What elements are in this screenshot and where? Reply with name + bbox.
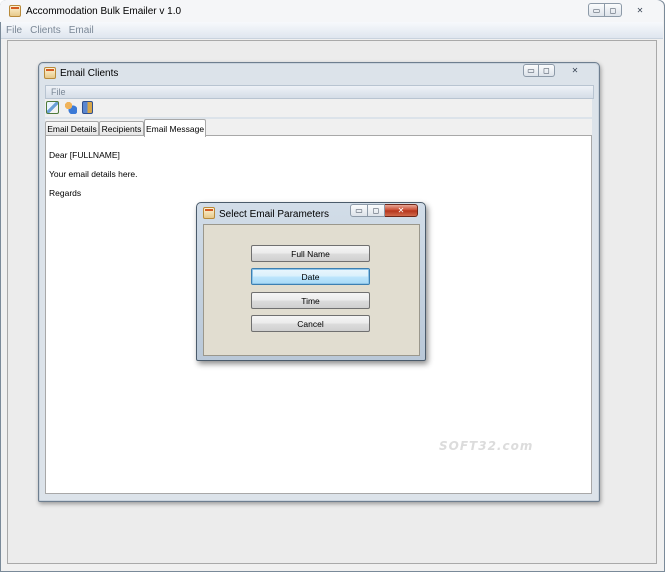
button-label: Time	[301, 295, 320, 306]
close-icon: ✕	[397, 206, 405, 215]
menu-file[interactable]: File	[3, 25, 25, 36]
dialog-minimize-button[interactable]: ▭	[350, 204, 368, 217]
button-label: Full Name	[291, 248, 330, 259]
dialog-maximize-button[interactable]: ◻	[368, 204, 385, 217]
dialog-title: Select Email Parameters	[219, 209, 330, 220]
dialog-icon	[203, 207, 215, 219]
save-icon[interactable]	[46, 101, 59, 114]
child-window-icon	[44, 67, 56, 79]
main-menubar: File Clients Email	[1, 22, 663, 39]
tab-strip: Email Details Recipients Email Message	[45, 119, 592, 137]
maximize-icon: ◻	[372, 206, 380, 215]
close-icon: ✕	[571, 66, 579, 75]
child-minimize-button[interactable]: ▭	[523, 64, 539, 77]
tab-label: Recipients	[101, 124, 142, 134]
maximize-icon: ◻	[609, 5, 617, 15]
tab-label: Email Message	[145, 123, 205, 134]
tab-recipients[interactable]: Recipients	[99, 121, 144, 136]
close-button[interactable]: ✕	[630, 3, 650, 17]
child-close-button[interactable]: ✕	[565, 64, 585, 77]
menu-clients[interactable]: Clients	[27, 25, 64, 36]
maximize-icon: ◻	[543, 66, 550, 75]
message-line: Dear [FULLNAME]	[49, 150, 120, 160]
dialog-close-button[interactable]: ✕	[385, 204, 418, 217]
child-menu-file[interactable]: File	[48, 87, 69, 97]
child-caption-buttons: ▭ ◻	[523, 64, 555, 77]
menu-email[interactable]: Email	[66, 25, 97, 36]
watermark: SOFT32.com	[439, 439, 534, 453]
dialog-body	[203, 224, 420, 356]
minimize-icon: ▭	[355, 206, 363, 215]
child-menubar: File	[45, 85, 594, 99]
date-button[interactable]: Date	[251, 268, 370, 285]
tab-email-message[interactable]: Email Message	[144, 119, 206, 137]
tab-label: Email Details	[47, 124, 97, 134]
tab-email-details[interactable]: Email Details	[45, 121, 99, 136]
minimize-icon: ▭	[527, 66, 535, 75]
maximize-button[interactable]: ◻	[605, 3, 622, 17]
button-label: Date	[301, 271, 320, 282]
message-line: Regards	[49, 188, 82, 198]
full-name-button[interactable]: Full Name	[251, 245, 370, 262]
message-line: Your email details here.	[49, 169, 138, 179]
dialog-caption-buttons: ▭ ◻ ✕	[350, 204, 418, 217]
clients-icon[interactable]	[64, 101, 77, 114]
minimize-icon: ▭	[592, 5, 601, 15]
button-label: Cancel	[297, 318, 324, 329]
child-maximize-button[interactable]: ◻	[539, 64, 555, 77]
app-icon	[9, 5, 21, 17]
close-icon: ✕	[636, 5, 644, 15]
cancel-button[interactable]: Cancel	[251, 315, 370, 332]
child-window-title: Email Clients	[60, 68, 119, 79]
child-toolbar	[45, 99, 592, 117]
time-button[interactable]: Time	[251, 292, 370, 309]
main-window-title: Accommodation Bulk Emailer v 1.0	[26, 6, 182, 17]
exit-door-icon[interactable]	[82, 101, 93, 114]
main-caption-buttons: ▭ ◻	[588, 3, 622, 17]
minimize-button[interactable]: ▭	[588, 3, 605, 17]
main-titlebar[interactable]: Accommodation Bulk Emailer v 1.0 ▭ ◻ ✕	[0, 0, 663, 22]
